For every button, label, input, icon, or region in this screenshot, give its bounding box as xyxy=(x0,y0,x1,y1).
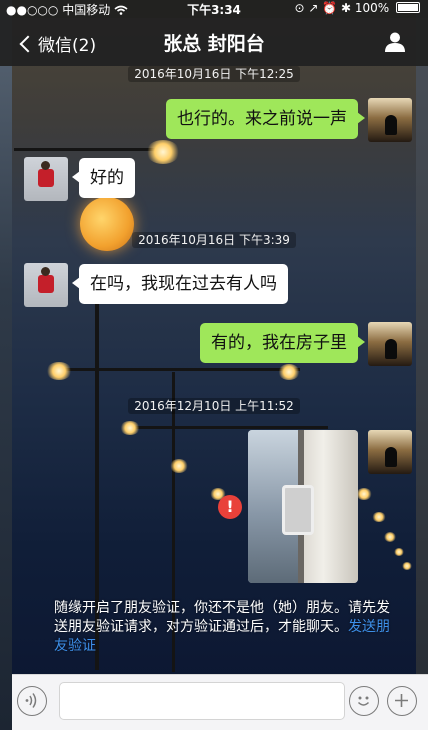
wallpaper-lamp xyxy=(402,562,412,570)
background-edge-left xyxy=(0,0,12,730)
contact-avatar[interactable] xyxy=(24,263,68,307)
wallpaper-lamp xyxy=(46,362,72,380)
wallpaper-lamp-arm xyxy=(14,148,164,151)
plus-icon[interactable] xyxy=(387,686,417,716)
message-bubble-sent[interactable]: 有的，我在房子里 xyxy=(200,323,365,363)
wallpaper-lamp xyxy=(384,532,396,542)
background-edge-right xyxy=(416,0,428,730)
wallpaper-lamp xyxy=(146,140,180,164)
friend-verification-notice: 随缘开启了朋友验证，你还不是他（她）朋友。请先发送朋友验证请求，对方验证通过后，… xyxy=(54,599,399,656)
message-bubble-received[interactable]: 在吗，我现在过去有人吗 xyxy=(72,264,288,304)
my-avatar[interactable] xyxy=(368,98,412,142)
status-right: ⊙ ↗ ⏰ ✱ 100% xyxy=(294,1,420,15)
wallpaper-lamp xyxy=(372,512,386,522)
contact-avatar[interactable] xyxy=(24,157,68,201)
voice-icon[interactable] xyxy=(17,686,47,716)
chat-screen: ●●○○○ 中国移动 下午3:34 ⊙ ↗ ⏰ ✱ 100% 微信(2) 张总 … xyxy=(0,0,428,730)
status-bar: ●●○○○ 中国移动 下午3:34 ⊙ ↗ ⏰ ✱ 100% xyxy=(0,0,428,18)
wallpaper-lamp xyxy=(278,364,300,380)
emoji-icon[interactable] xyxy=(349,686,379,716)
photo-window-handle xyxy=(282,485,314,535)
message-timestamp: 2016年12月10日 上午11:52 xyxy=(0,397,428,414)
my-avatar[interactable] xyxy=(368,322,412,366)
person-icon[interactable] xyxy=(384,31,406,53)
wallpaper-lamp xyxy=(120,421,140,435)
wallpaper-lamp-arm xyxy=(128,426,328,429)
message-timestamp: 2016年10月16日 下午3:39 xyxy=(0,231,428,248)
wallpaper-lamp-arm xyxy=(60,368,300,371)
battery-icon xyxy=(396,2,420,13)
image-message[interactable] xyxy=(248,430,358,583)
wallpaper-lamp xyxy=(170,459,188,473)
system-status-icons: ⊙ ↗ ⏰ ✱ xyxy=(294,1,352,15)
message-timestamp: 2016年10月16日 下午12:25 xyxy=(0,65,428,82)
wallpaper-lamp xyxy=(356,488,372,500)
wallpaper-lamp xyxy=(394,548,404,556)
chat-title: 张总 封阳台 xyxy=(163,33,265,55)
my-avatar[interactable] xyxy=(368,430,412,474)
message-bubble-received[interactable]: 好的 xyxy=(72,158,135,198)
input-bar xyxy=(12,674,428,730)
nav-bar: 微信(2) 张总 封阳台 xyxy=(0,18,428,66)
message-bubble-sent[interactable]: 也行的。来之前说一声 xyxy=(166,99,365,139)
send-failed-icon[interactable]: ! xyxy=(218,495,242,519)
message-input[interactable] xyxy=(59,682,345,720)
battery-percent: 100% xyxy=(354,1,390,15)
notice-text: 随缘开启了朋友验证，你还不是他（她）朋友。请先发送朋友验证请求，对方验证通过后，… xyxy=(54,600,390,635)
